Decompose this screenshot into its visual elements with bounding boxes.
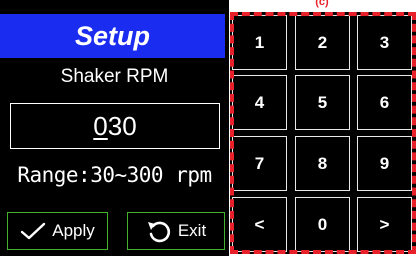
exit-button-label: Exit <box>177 221 207 240</box>
parameter-label: Shaker RPM <box>60 66 169 87</box>
input-value: 30 <box>107 110 137 141</box>
key-1[interactable]: 1 <box>232 15 287 70</box>
setup-screen: (c) Setup Shaker RPM 0 30 Range:30~300 rp… <box>0 0 417 256</box>
value-input[interactable]: 0 30 <box>10 103 220 149</box>
key-0[interactable]: 0 <box>295 197 350 252</box>
key-6[interactable]: 6 <box>357 75 412 130</box>
key-4[interactable]: 4 <box>232 75 287 130</box>
key-2[interactable]: 2 <box>295 15 350 70</box>
checkmark-icon <box>21 222 46 240</box>
numeric-keypad: 1 2 3 4 5 6 7 8 9 < 0 > <box>230 12 416 254</box>
key-3[interactable]: 3 <box>357 15 412 70</box>
key-5[interactable]: 5 <box>295 75 350 130</box>
key-8[interactable]: 8 <box>295 136 350 191</box>
apply-button-label: Apply <box>52 221 95 240</box>
input-cursor-digit: 0 <box>93 110 108 141</box>
undo-arrow-icon <box>147 221 170 243</box>
page-title: Setup <box>0 14 225 58</box>
settings-panel: Setup Shaker RPM 0 30 Range:30~300 rpm Ap… <box>0 0 229 256</box>
key-9[interactable]: 9 <box>357 136 412 191</box>
range-hint: Range:30~300 rpm <box>17 163 212 187</box>
exit-button[interactable]: Exit <box>127 212 225 250</box>
key-7[interactable]: 7 <box>232 136 287 191</box>
key-backspace[interactable]: < <box>232 197 287 252</box>
annotation-label-c: (c) <box>315 0 329 8</box>
key-forward[interactable]: > <box>357 197 412 252</box>
apply-button[interactable]: Apply <box>7 212 108 250</box>
